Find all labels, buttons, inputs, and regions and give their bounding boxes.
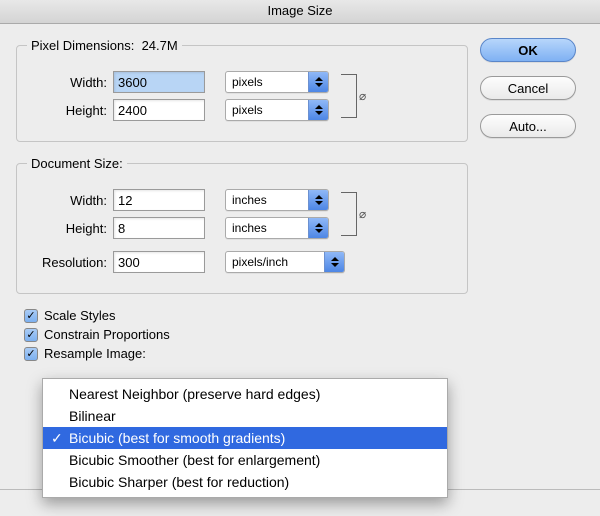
resample-checkbox[interactable]: ✓ Resample Image: [24,346,468,361]
dropdown-item-bicubic[interactable]: ✓ Bicubic (best for smooth gradients) [43,427,447,449]
scale-styles-checkbox[interactable]: ✓ Scale Styles [24,308,468,323]
doc-height-unit-select[interactable]: inches [225,217,329,239]
pd-width-label: Width: [27,75,113,90]
doc-height-input[interactable] [113,217,205,239]
dialog-title: Image Size [267,3,332,18]
doc-resolution-row: Resolution: pixels/inch [27,251,457,273]
cancel-button[interactable]: Cancel [480,76,576,100]
doc-width-unit-select[interactable]: inches [225,189,329,211]
dropdown-item-label: Nearest Neighbor (preserve hard edges) [69,386,320,402]
doc-legend: Document Size: [27,156,127,171]
pd-width-input[interactable] [113,71,205,93]
right-column: OK Cancel Auto... [468,38,588,365]
title-bar: Image Size [0,0,600,24]
pd-height-row: Height: pixels [27,99,329,121]
doc-res-unit-select[interactable]: pixels/inch [225,251,345,273]
doc-width-row: Width: inches [27,189,329,211]
doc-res-label: Resolution: [27,255,113,270]
doc-height-label: Height: [27,221,113,236]
doc-res-input[interactable] [113,251,205,273]
pd-width-row: Width: pixels [27,71,329,93]
pd-link-indicator: ⌀ [341,69,366,123]
dropdown-item-nearest[interactable]: Nearest Neighbor (preserve hard edges) [43,383,447,405]
dropdown-item-label: Bicubic Smoother (best for enlargement) [69,452,320,468]
pd-height-input[interactable] [113,99,205,121]
pd-height-unit-select[interactable]: pixels [225,99,329,121]
doc-link-indicator: ⌀ [341,187,366,241]
constrain-proportions-checkbox[interactable]: ✓ Constrain Proportions [24,327,468,342]
dropdown-item-label: Bilinear [69,408,116,424]
pixel-dimensions-legend: Pixel Dimensions: 24.7M [27,38,182,53]
checkmark-icon: ✓ [51,430,63,447]
pd-width-unit-value: pixels [226,75,308,89]
doc-width-label: Width: [27,193,113,208]
dialog-body: Pixel Dimensions: 24.7M Width: pixels He… [0,24,600,365]
dropdown-item-label: Bicubic Sharper (best for reduction) [69,474,289,490]
dropdown-item-bilinear[interactable]: Bilinear [43,405,447,427]
select-stepper-icon [308,72,328,92]
pd-height-unit-value: pixels [226,103,308,117]
dropdown-item-bicubic-smoother[interactable]: Bicubic Smoother (best for enlargement) [43,449,447,471]
pd-legend-prefix: Pixel Dimensions: [31,38,134,53]
doc-width-input[interactable] [113,189,205,211]
checkbox-area: ✓ Scale Styles ✓ Constrain Proportions ✓… [24,308,468,361]
link-icon: ⌀ [359,207,366,221]
document-size-group: Document Size: Width: inches Height: [16,156,468,294]
pixel-dimensions-group: Pixel Dimensions: 24.7M Width: pixels He… [16,38,468,142]
pd-height-label: Height: [27,103,113,118]
pd-size-value: 24.7M [142,38,178,53]
checkmark-icon: ✓ [24,347,38,361]
doc-height-unit-value: inches [226,221,308,235]
select-stepper-icon [324,252,344,272]
left-column: Pixel Dimensions: 24.7M Width: pixels He… [16,38,468,365]
resample-label: Resample Image: [44,346,146,361]
doc-res-unit-value: pixels/inch [226,255,324,269]
checkmark-icon: ✓ [24,328,38,342]
constrain-label: Constrain Proportions [44,327,170,342]
link-icon: ⌀ [359,89,366,103]
auto-button[interactable]: Auto... [480,114,576,138]
select-stepper-icon [308,100,328,120]
ok-button[interactable]: OK [480,38,576,62]
checkmark-icon: ✓ [24,309,38,323]
pd-width-unit-select[interactable]: pixels [225,71,329,93]
dropdown-item-bicubic-sharper[interactable]: Bicubic Sharper (best for reduction) [43,471,447,493]
doc-width-unit-value: inches [226,193,308,207]
dropdown-item-label: Bicubic (best for smooth gradients) [69,430,285,446]
scale-styles-label: Scale Styles [44,308,116,323]
select-stepper-icon [308,190,328,210]
select-stepper-icon [308,218,328,238]
doc-height-row: Height: inches [27,217,329,239]
resample-method-dropdown: Nearest Neighbor (preserve hard edges) B… [42,378,448,498]
